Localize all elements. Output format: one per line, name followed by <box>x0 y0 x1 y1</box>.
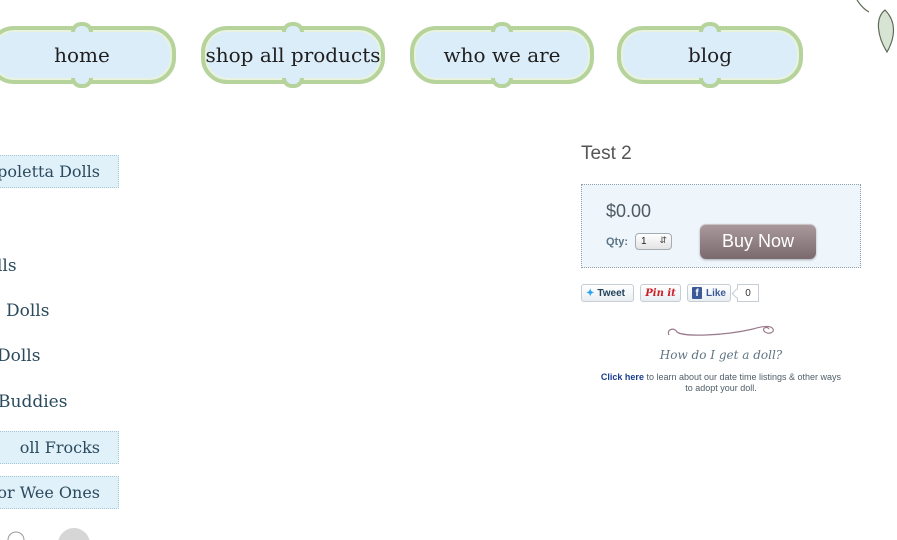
select-arrows-icon: ⇵ <box>659 235 667 245</box>
pin-it-label: Pin it <box>645 287 676 299</box>
nav-tab-shop-all-products[interactable]: shop all products <box>201 22 385 88</box>
like-label: Like <box>705 287 726 299</box>
product-title: Test 2 <box>581 143 632 164</box>
sidebar-item-dolls-1[interactable]: lls <box>0 256 17 276</box>
sidebar-item-dolls-2[interactable]: Dolls <box>6 301 49 321</box>
sidebar-item-poletta-dolls[interactable]: poletta Dolls <box>0 155 119 188</box>
nav-tab-label: blog <box>687 43 733 67</box>
sidebar-item-label: poletta Dolls <box>0 162 100 181</box>
flourish-divider-icon <box>667 325 774 336</box>
qty-value: 1 <box>641 236 647 247</box>
click-here-link[interactable]: Click here <box>601 372 644 382</box>
nav-tab-blog[interactable]: blog <box>617 22 803 88</box>
buy-box: $0.00 Qty: 1 ⇵ Buy Now <box>581 184 861 268</box>
nav-tab-label: home <box>54 43 110 67</box>
sidebar-item-label: for Wee Ones <box>0 483 100 502</box>
sidebar-item-for-wee-ones[interactable]: for Wee Ones <box>0 476 119 509</box>
nav-tab-home[interactable]: home <box>0 22 176 88</box>
qty-label: Qty: <box>606 236 628 248</box>
sidebar-item-label: oll Frocks <box>19 438 100 457</box>
facebook-like-button[interactable]: f Like <box>687 284 731 302</box>
twitter-bird-icon: ✦ <box>586 287 595 299</box>
tweet-button[interactable]: ✦ Tweet <box>581 284 634 302</box>
leaf-decoration-icon <box>856 0 895 54</box>
qty-select[interactable]: 1 ⇵ <box>635 233 672 250</box>
pin-it-button[interactable]: Pin it <box>640 284 681 302</box>
adopt-info-body: to learn about our date time listings & … <box>643 372 842 393</box>
sidebar-item-doll-frocks[interactable]: oll Frocks <box>0 431 119 464</box>
social-icons-partial[interactable] <box>0 526 100 540</box>
product-price: $0.00 <box>606 201 652 221</box>
nav-tab-label: who we are <box>443 43 561 67</box>
sidebar-item-dolls-3[interactable]: Dolls <box>0 346 40 366</box>
tweet-label: Tweet <box>597 287 625 299</box>
like-count: 0 <box>737 284 759 302</box>
buy-now-button[interactable]: Buy Now <box>700 224 816 259</box>
nav-tab-label: shop all products <box>205 43 381 67</box>
facebook-icon: f <box>692 287 702 299</box>
nav-tab-who-we-are[interactable]: who we are <box>410 22 594 88</box>
how-to-get-doll-heading: How do I get a doll? <box>659 348 783 362</box>
sidebar-item-buddies[interactable]: Buddies <box>0 392 67 412</box>
adopt-info-text: Click here to learn about our date time … <box>600 372 842 394</box>
